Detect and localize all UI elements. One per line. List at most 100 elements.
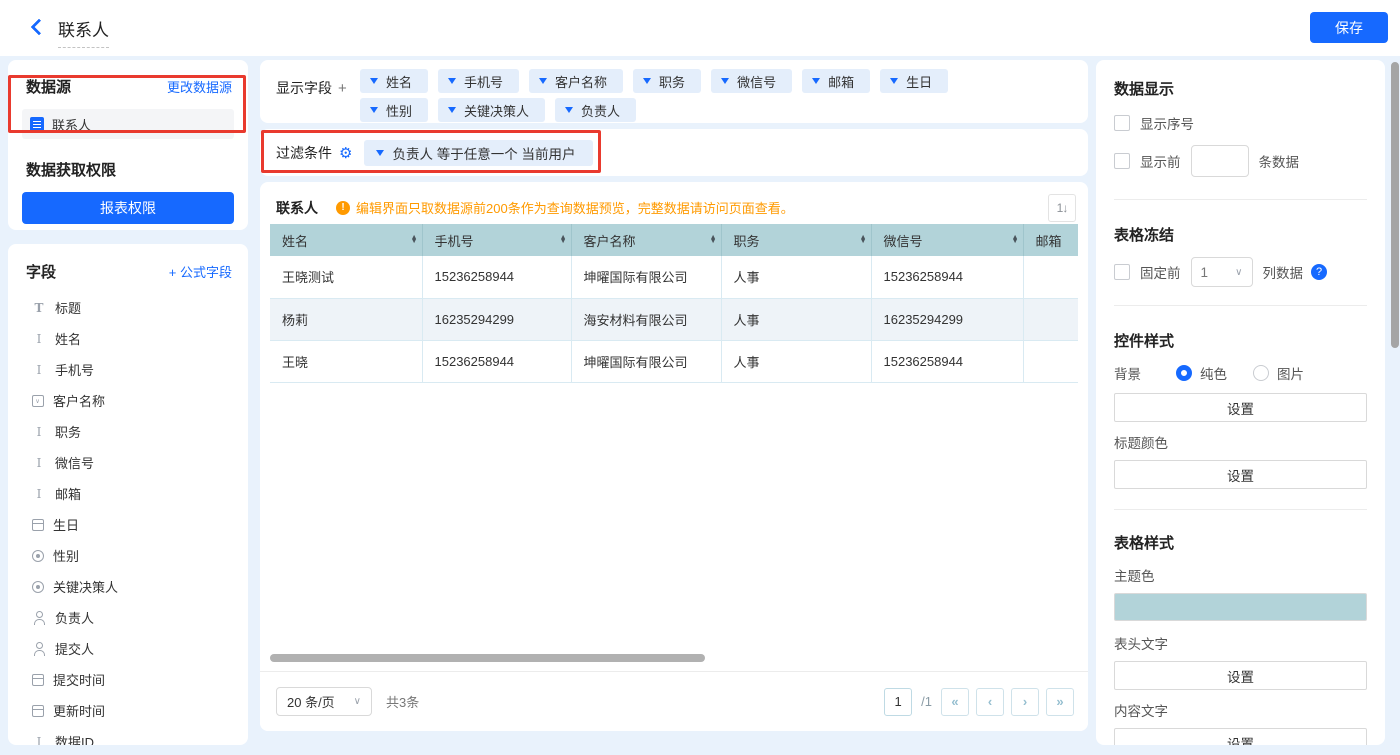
field-item-decision-maker[interactable]: 关键决策人 xyxy=(8,571,248,602)
chevron-down-icon xyxy=(448,107,456,113)
filter-condition-chip[interactable]: 负责人 等于任意一个 当前用户 xyxy=(364,140,593,166)
add-display-field-button[interactable]: + xyxy=(338,80,347,97)
background-set-button[interactable]: 设置 xyxy=(1114,393,1367,422)
freeze-count-select[interactable]: 1 xyxy=(1191,257,1253,287)
change-datasource-link[interactable]: 更改数据源 xyxy=(167,77,232,96)
vertical-scrollbar[interactable] xyxy=(1391,62,1399,348)
title-color-label: 标题颜色 xyxy=(1114,432,1367,452)
sort-icon[interactable]: ▲▼ xyxy=(411,236,418,244)
image-radio[interactable] xyxy=(1253,365,1269,381)
field-item-data-id[interactable]: 数据ID xyxy=(8,726,248,745)
display-field-chip[interactable]: 性别 xyxy=(360,98,428,122)
field-item-birthday[interactable]: 生日 xyxy=(8,509,248,540)
column-header[interactable]: 微信号▲▼ xyxy=(871,224,1023,256)
fields-heading: 字段 xyxy=(26,261,56,282)
top-bar: 联系人 保存 xyxy=(0,0,1400,56)
datasource-item[interactable]: 联系人 xyxy=(22,109,234,139)
field-item-update-time[interactable]: 更新时间 xyxy=(8,695,248,726)
back-icon[interactable] xyxy=(28,18,46,36)
title-color-set-button[interactable]: 设置 xyxy=(1114,460,1367,489)
table-row[interactable]: 王晓 15236258944 坤曜国际有限公司 人事 15236258944 xyxy=(270,340,1078,382)
chevron-down-icon xyxy=(890,78,898,84)
display-field-chip[interactable]: 客户名称 xyxy=(529,69,623,93)
column-header[interactable]: 职务▲▼ xyxy=(721,224,871,256)
text-icon xyxy=(32,456,46,470)
display-field-chip[interactable]: 微信号 xyxy=(711,69,792,93)
divider xyxy=(1114,509,1367,510)
text-icon xyxy=(32,735,46,746)
image-label: 图片 xyxy=(1277,363,1304,383)
field-item-title[interactable]: 标题 xyxy=(8,292,248,323)
show-index-checkbox[interactable] xyxy=(1114,115,1130,131)
display-field-chip[interactable]: 手机号 xyxy=(438,69,519,93)
field-item-customer[interactable]: 客户名称 xyxy=(8,385,248,416)
page-number-input[interactable]: 1 xyxy=(884,688,912,716)
table-panel: 联系人 编辑界面只取数据源前200条作为查询数据预览，完整数据请访问页面查看。 … xyxy=(260,182,1088,731)
background-label: 背景 xyxy=(1114,363,1176,383)
add-formula-field-link[interactable]: + 公式字段 xyxy=(169,262,232,281)
table-style-heading: 表格样式 xyxy=(1114,532,1367,553)
field-item-job[interactable]: 职务 xyxy=(8,416,248,447)
freeze-heading: 表格冻结 xyxy=(1114,224,1367,245)
settings-panel: 数据显示 显示序号 显示前 条数据 表格冻结 固定前 1 列数据 控件样式 背景… xyxy=(1096,60,1385,745)
field-item-submitter[interactable]: 提交人 xyxy=(8,633,248,664)
field-item-email[interactable]: 邮箱 xyxy=(8,478,248,509)
horizontal-scrollbar[interactable] xyxy=(270,654,705,662)
table-row[interactable]: 杨莉 16235294299 海安材料有限公司 人事 16235294299 xyxy=(270,298,1078,340)
sort-order-icon[interactable] xyxy=(1048,194,1076,222)
widget-style-heading: 控件样式 xyxy=(1114,330,1367,351)
solid-color-radio[interactable] xyxy=(1176,365,1192,381)
date-icon xyxy=(32,674,44,686)
display-field-chip[interactable]: 负责人 xyxy=(555,98,636,122)
theme-color-swatch[interactable] xyxy=(1114,593,1367,621)
column-header[interactable]: 邮箱 xyxy=(1023,224,1078,256)
field-item-phone[interactable]: 手机号 xyxy=(8,354,248,385)
field-list: 标题 姓名 手机号 客户名称 职务 微信号 邮箱 生日 性别 关键决策人 负责人… xyxy=(8,292,248,745)
display-field-chip[interactable]: 姓名 xyxy=(360,69,428,93)
column-header[interactable]: 姓名▲▼ xyxy=(270,224,422,256)
column-header[interactable]: 客户名称▲▼ xyxy=(571,224,721,256)
select-icon xyxy=(32,395,44,407)
data-display-heading: 数据显示 xyxy=(1114,78,1367,99)
first-page-icon[interactable] xyxy=(941,688,969,716)
last-page-icon[interactable] xyxy=(1046,688,1074,716)
show-first-count-input[interactable] xyxy=(1191,145,1249,177)
column-header[interactable]: 手机号▲▼ xyxy=(422,224,571,256)
text-icon xyxy=(32,363,46,377)
header-text-set-button[interactable]: 设置 xyxy=(1114,661,1367,690)
freeze-checkbox[interactable] xyxy=(1114,264,1130,280)
gear-icon[interactable] xyxy=(339,144,352,162)
help-icon[interactable] xyxy=(1311,264,1327,280)
save-button[interactable]: 保存 xyxy=(1310,12,1388,43)
table-row[interactable]: 王晓测试 15236258944 坤曜国际有限公司 人事 15236258944 xyxy=(270,256,1078,298)
chevron-down-icon xyxy=(370,107,378,113)
field-item-gender[interactable]: 性别 xyxy=(8,540,248,571)
report-permission-button[interactable]: 报表权限 xyxy=(22,192,234,224)
preview-warning: 编辑界面只取数据源前200条作为查询数据预览，完整数据请访问页面查看。 xyxy=(336,198,1048,217)
chevron-down-icon xyxy=(370,78,378,84)
sort-icon[interactable]: ▲▼ xyxy=(1012,236,1019,244)
chevron-down-icon xyxy=(565,107,573,113)
chevron-down-icon xyxy=(376,150,384,156)
field-item-submit-time[interactable]: 提交时间 xyxy=(8,664,248,695)
display-field-chip[interactable]: 生日 xyxy=(880,69,948,93)
display-field-chip[interactable]: 职务 xyxy=(633,69,701,93)
field-item-wechat[interactable]: 微信号 xyxy=(8,447,248,478)
chevron-down-icon xyxy=(721,78,729,84)
display-field-chip[interactable]: 关键决策人 xyxy=(438,98,545,122)
sort-icon[interactable]: ▲▼ xyxy=(860,236,867,244)
prev-page-icon[interactable] xyxy=(976,688,1004,716)
display-fields-panel: 显示字段+ 姓名 手机号 客户名称 职务 微信号 邮箱 生日 性别 关键决策人 … xyxy=(260,60,1088,123)
display-field-chip[interactable]: 邮箱 xyxy=(802,69,870,93)
text-icon xyxy=(32,425,46,439)
next-page-icon[interactable] xyxy=(1011,688,1039,716)
text-icon xyxy=(32,487,46,501)
page-size-select[interactable]: 20 条/页 xyxy=(276,687,372,716)
radio-icon xyxy=(32,550,44,562)
field-item-name[interactable]: 姓名 xyxy=(8,323,248,354)
sort-icon[interactable]: ▲▼ xyxy=(710,236,717,244)
show-first-checkbox[interactable] xyxy=(1114,153,1130,169)
content-text-set-button[interactable]: 设置 xyxy=(1114,728,1367,745)
sort-icon[interactable]: ▲▼ xyxy=(560,236,567,244)
field-item-owner[interactable]: 负责人 xyxy=(8,602,248,633)
